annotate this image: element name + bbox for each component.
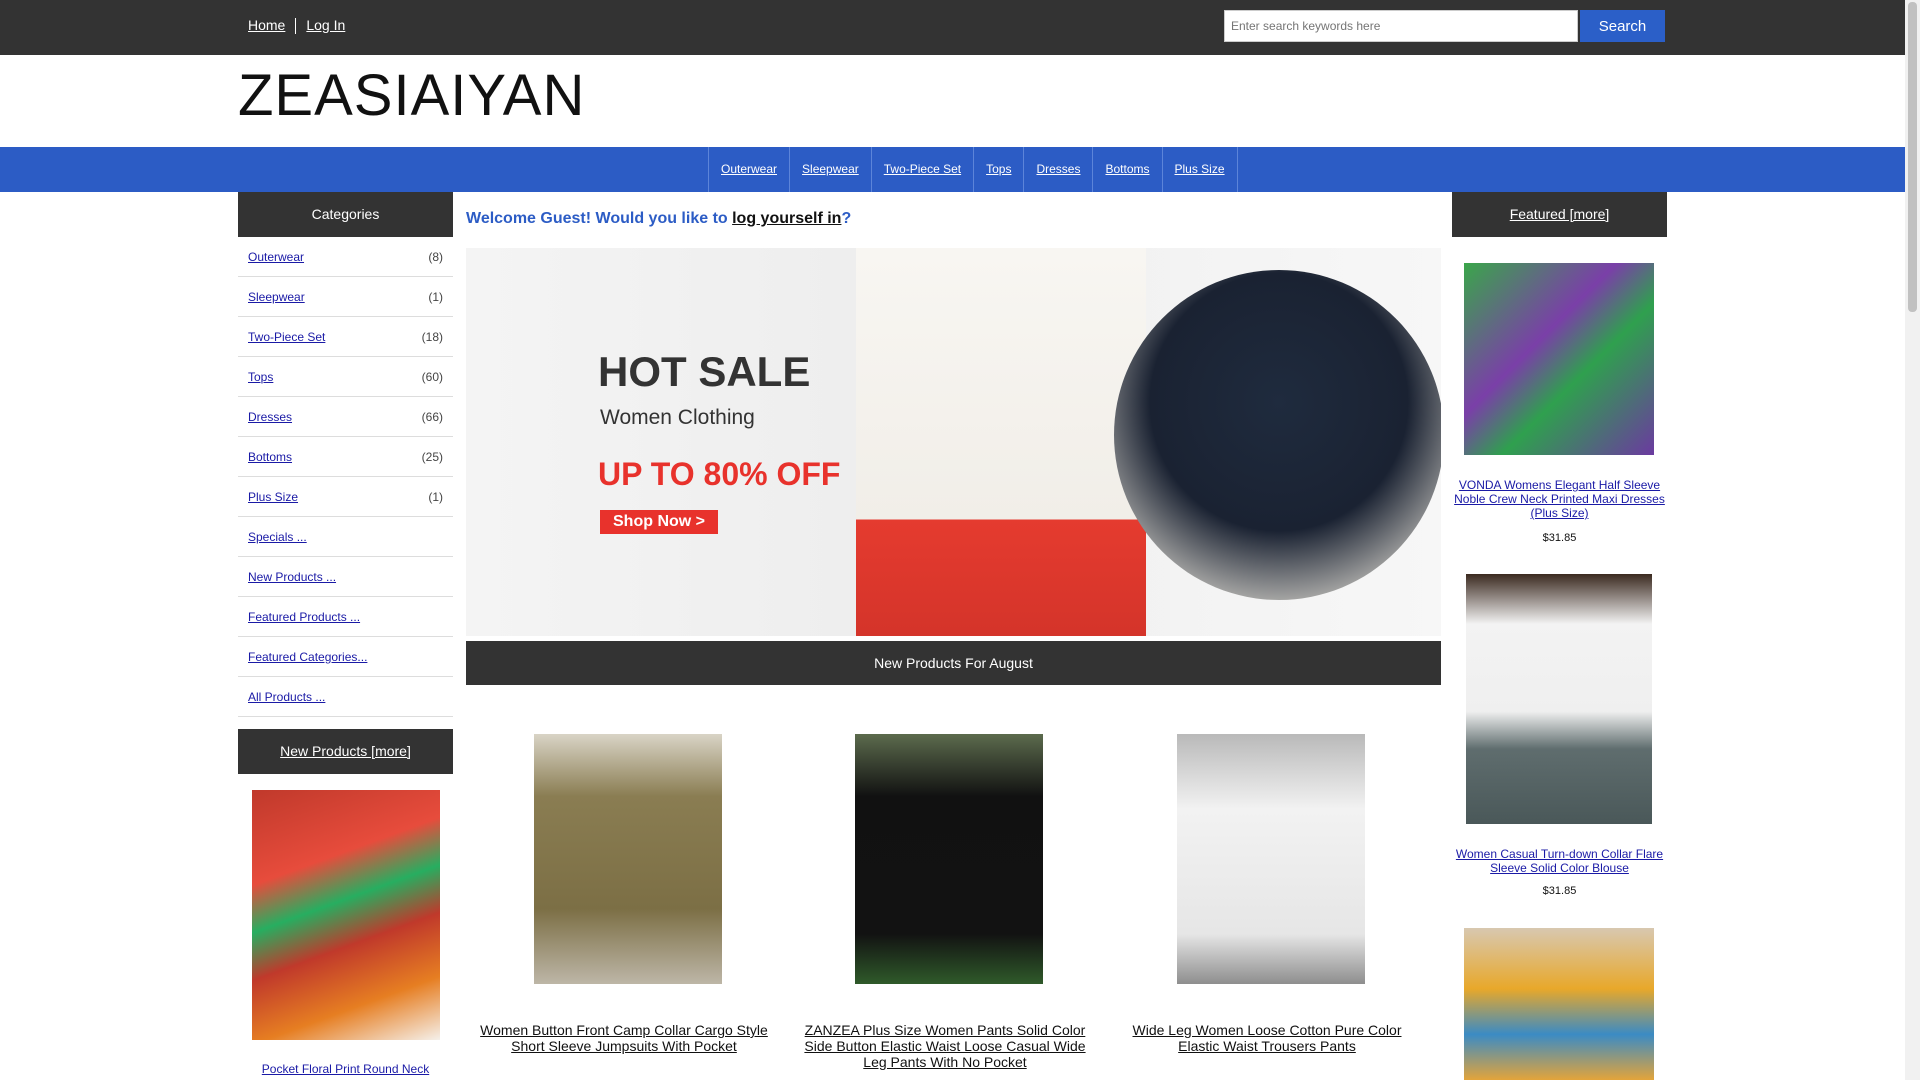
- featured-product-link[interactable]: Women Casual Turn-down Collar Flare Slee…: [1456, 847, 1663, 875]
- featured-product-image[interactable]: [1464, 928, 1654, 1080]
- new-product-link[interactable]: Pocket Floral Print Round Neck: [262, 1062, 429, 1076]
- new-products-more-link[interactable]: New Products [more]: [280, 743, 411, 759]
- featured-product-caption: Women Casual Turn-down Collar Flare Slee…: [1452, 847, 1667, 875]
- category-row: Featured Products ...: [238, 597, 453, 637]
- featured-more-link[interactable]: Featured [more]: [1510, 206, 1610, 222]
- specials-link[interactable]: Specials ...: [248, 530, 307, 544]
- product-link[interactable]: Wide Leg Women Loose Cotton Pure Color E…: [1133, 1022, 1402, 1054]
- nav-sleepwear[interactable]: Sleepwear: [790, 147, 872, 192]
- category-row: Featured Categories...: [238, 637, 453, 677]
- new-products-title: New Products [more]: [238, 729, 453, 774]
- banner-model-navy-blouse: [1114, 270, 1441, 600]
- category-link[interactable]: Plus Size: [248, 490, 298, 504]
- category-link[interactable]: Dresses: [248, 410, 292, 424]
- category-row: Sleepwear (1): [238, 277, 453, 317]
- category-row: Plus Size (1): [238, 477, 453, 517]
- new-product-caption: Pocket Floral Print Round Neck: [238, 1062, 453, 1076]
- banner-shop-now[interactable]: Shop Now >: [600, 510, 718, 534]
- featured-product-price: $31.85: [1542, 532, 1577, 544]
- categories-title: Categories: [238, 192, 453, 237]
- left-column: Categories Outerwear (8) Sleepwear (1) Two…: [238, 192, 453, 1076]
- category-count: (1): [428, 290, 443, 304]
- product-image[interactable]: [1177, 734, 1365, 984]
- top-links: Home Log In: [238, 17, 355, 35]
- featured-product-price: $31.85: [1542, 885, 1577, 897]
- category-row: Bottoms (25): [238, 437, 453, 477]
- featured-product-link[interactable]: VONDA Womens Elegant Half Sleeve Noble C…: [1454, 478, 1665, 520]
- nav-two-piece-set[interactable]: Two-Piece Set: [872, 147, 975, 192]
- search-input[interactable]: [1224, 10, 1578, 42]
- category-row: Dresses (66): [238, 397, 453, 437]
- banner-discount: UP TO 80% OFF: [598, 456, 841, 492]
- main-nav: Outerwear Sleepwear Two-Piece Set Tops D…: [0, 147, 1905, 192]
- product-image[interactable]: [855, 734, 1043, 984]
- banner-women-clothing: Women Clothing: [600, 406, 755, 429]
- new-products-link[interactable]: New Products ...: [248, 570, 336, 584]
- welcome-suffix: ?: [841, 210, 852, 227]
- category-row: Tops (60): [238, 357, 453, 397]
- category-row: Outerwear (8): [238, 237, 453, 277]
- page-scrollbar[interactable]: [1905, 0, 1920, 1080]
- home-link[interactable]: Home: [238, 17, 295, 33]
- product-image[interactable]: [534, 734, 722, 984]
- featured-product-caption: VONDA Womens Elegant Half Sleeve Noble C…: [1452, 478, 1667, 520]
- category-row: New Products ...: [238, 557, 453, 597]
- product-link[interactable]: Women Button Front Camp Collar Cargo Sty…: [480, 1022, 768, 1054]
- new-product-image[interactable]: [252, 790, 440, 1040]
- product-caption: ZANZEA Plus Size Women Pants Solid Color…: [800, 1022, 1090, 1070]
- nav-plus-size[interactable]: Plus Size: [1163, 147, 1238, 192]
- category-link[interactable]: Sleepwear: [248, 290, 305, 304]
- featured-title: Featured [more]: [1452, 192, 1667, 237]
- category-row: Specials ...: [238, 517, 453, 557]
- nav-outerwear[interactable]: Outerwear: [709, 147, 791, 192]
- category-count: (8): [428, 250, 443, 264]
- scrollbar-thumb[interactable]: [1908, 2, 1917, 312]
- promo-banner[interactable]: HOT SALE Women Clothing UP TO 80% OFF Sh…: [466, 248, 1441, 636]
- category-row: All Products ...: [238, 677, 453, 717]
- category-link[interactable]: Bottoms: [248, 450, 292, 464]
- category-count: (1): [428, 490, 443, 504]
- welcome-prefix: Welcome Guest! Would you like to: [466, 210, 733, 227]
- all-products-link[interactable]: All Products ...: [248, 690, 325, 704]
- category-link[interactable]: Outerwear: [248, 250, 304, 264]
- right-column: Featured [more] VONDA Womens Elegant Hal…: [1452, 192, 1667, 1080]
- category-link[interactable]: Two-Piece Set: [248, 330, 325, 344]
- category-count: (18): [421, 330, 443, 344]
- top-bar: HomeLog In Search: [0, 0, 1905, 55]
- nav-bottoms[interactable]: Bottoms: [1093, 147, 1163, 192]
- featured-categories-link[interactable]: Featured Categories...: [248, 650, 367, 664]
- category-count: (66): [421, 410, 443, 424]
- new-products-month-heading: New Products For August: [466, 641, 1441, 685]
- category-row: Two-Piece Set (18): [238, 317, 453, 357]
- nav-tops[interactable]: Tops: [974, 147, 1025, 192]
- nav-dresses[interactable]: Dresses: [1024, 147, 1094, 192]
- featured-product-image[interactable]: [1464, 263, 1654, 455]
- login-link-inline[interactable]: log yourself in: [732, 210, 841, 227]
- featured-products-link[interactable]: Featured Products ...: [248, 610, 360, 624]
- product-link[interactable]: ZANZEA Plus Size Women Pants Solid Color…: [804, 1022, 1085, 1070]
- category-count: (60): [421, 370, 443, 384]
- category-count: (25): [421, 450, 443, 464]
- banner-hot-sale: HOT SALE: [598, 348, 811, 395]
- product-caption: Wide Leg Women Loose Cotton Pure Color E…: [1122, 1022, 1412, 1054]
- banner-model-white-blouse: [856, 248, 1146, 636]
- welcome-message: Welcome Guest! Would you like to log you…: [466, 210, 851, 228]
- featured-product-image[interactable]: [1466, 574, 1652, 824]
- site-logo[interactable]: ZEASIAIYAN: [238, 62, 585, 129]
- product-caption: Women Button Front Camp Collar Cargo Sty…: [479, 1022, 769, 1054]
- login-link[interactable]: Log In: [296, 17, 355, 33]
- category-link[interactable]: Tops: [248, 370, 273, 384]
- search-button[interactable]: Search: [1580, 10, 1665, 42]
